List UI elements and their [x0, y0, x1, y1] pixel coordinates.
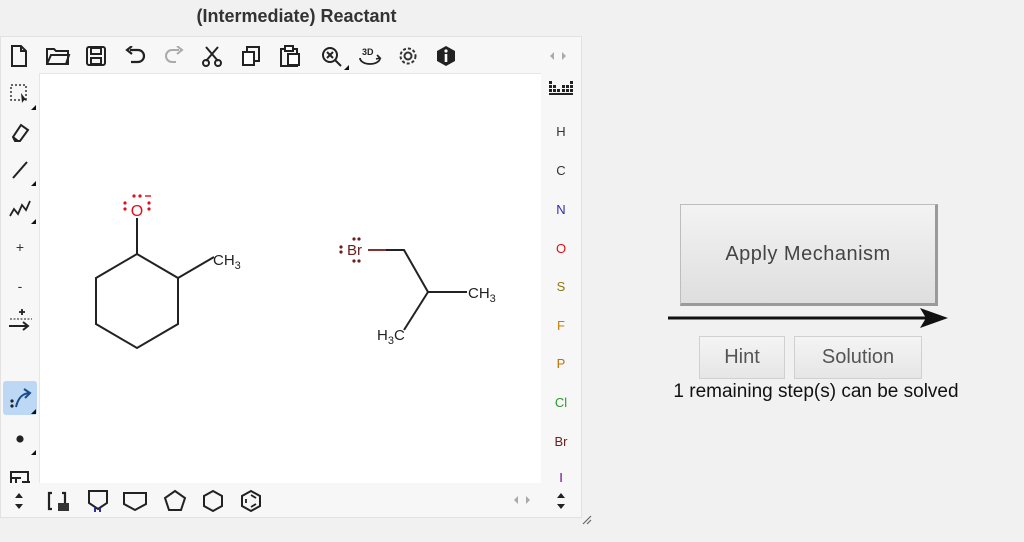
resize-handle-icon[interactable]: [580, 512, 592, 525]
isobutyl-chain: [368, 249, 467, 331]
cyclohexane-ring: [95, 218, 215, 350]
periodic-table-icon[interactable]: [547, 78, 575, 98]
curved-arrow-icon[interactable]: [3, 381, 37, 415]
apply-mechanism-button[interactable]: Apply Mechanism: [680, 204, 938, 306]
reaction-arrow-icon: [668, 305, 950, 336]
zoom-icon[interactable]: [314, 43, 350, 71]
element-i[interactable]: I: [541, 470, 581, 483]
radical-dot-icon[interactable]: [3, 422, 37, 456]
text-icon[interactable]: [3, 463, 37, 483]
status-text: 1 remaining step(s) can be solved: [673, 381, 959, 402]
hexagon-icon[interactable]: [199, 488, 227, 514]
element-h[interactable]: H: [541, 124, 581, 139]
3d-icon[interactable]: 3D: [356, 43, 384, 69]
element-br[interactable]: Br: [541, 434, 581, 449]
chain-icon[interactable]: [3, 191, 37, 225]
open-folder-icon[interactable]: [43, 43, 73, 69]
paste-icon[interactable]: [277, 43, 303, 69]
cut-icon[interactable]: [199, 43, 225, 69]
methyl-group-2: H3C: [377, 327, 405, 347]
pentagon-icon[interactable]: [161, 488, 189, 514]
hint-button[interactable]: Hint: [699, 336, 785, 379]
panel-arrows-icon[interactable]: [509, 491, 535, 509]
drawing-canvas[interactable]: O CH3 Br CH3 H3C: [39, 73, 542, 484]
bottom-toolbar: [1, 483, 581, 517]
element-i-clip: I: [541, 465, 581, 483]
oxygen-atom[interactable]: O: [131, 203, 143, 220]
methyl-group: CH3: [213, 252, 241, 272]
bracket-icon[interactable]: [45, 488, 73, 514]
negative-charge-icon[interactable]: -: [3, 269, 37, 303]
single-bond-icon[interactable]: [3, 153, 37, 187]
bromine-atom[interactable]: Br: [347, 242, 362, 259]
element-o[interactable]: O: [541, 241, 581, 256]
element-p[interactable]: P: [541, 356, 581, 371]
positive-charge-icon[interactable]: +: [3, 230, 37, 264]
text-tool-clip: [1, 463, 39, 483]
panel-arrows-icon[interactable]: [545, 47, 571, 65]
redo-icon[interactable]: [161, 43, 187, 69]
element-n[interactable]: N: [541, 202, 581, 217]
methyl-group-1: CH3: [468, 285, 496, 305]
svg-text:3D: 3D: [362, 47, 374, 57]
scroll-arrows-icon[interactable]: [9, 489, 29, 513]
solution-button[interactable]: Solution: [794, 336, 922, 379]
settings-icon[interactable]: [395, 43, 421, 69]
element-f[interactable]: F: [541, 318, 581, 333]
template-icon[interactable]: [85, 488, 111, 514]
undo-icon[interactable]: [122, 43, 148, 69]
molecule-editor: 3D + - O CH3 Br CH3 H3C H C N O S F P Cl…: [0, 36, 582, 518]
lone-pair-charge-icon[interactable]: [3, 303, 37, 337]
scroll-arrows-icon[interactable]: [551, 489, 571, 513]
benzene-icon[interactable]: [237, 488, 265, 514]
copy-icon[interactable]: [238, 43, 264, 69]
element-s[interactable]: S: [541, 279, 581, 294]
eraser-icon[interactable]: [3, 115, 37, 149]
element-toolbar: H C N O S F P Cl Br I: [541, 73, 581, 483]
panel-title: (Intermediate) Reactant: [196, 6, 397, 26]
left-toolbar: + -: [1, 73, 39, 494]
element-c[interactable]: C: [541, 163, 581, 178]
cyclopentane-template-icon[interactable]: [121, 488, 149, 514]
new-document-icon[interactable]: [7, 43, 31, 69]
save-icon[interactable]: [83, 43, 109, 69]
top-toolbar: 3D: [1, 37, 581, 73]
element-cl[interactable]: Cl: [541, 395, 581, 410]
selection-icon[interactable]: [3, 77, 37, 111]
info-icon[interactable]: [433, 43, 459, 69]
structure-svg: O CH3 Br CH3 H3C: [95, 194, 496, 350]
